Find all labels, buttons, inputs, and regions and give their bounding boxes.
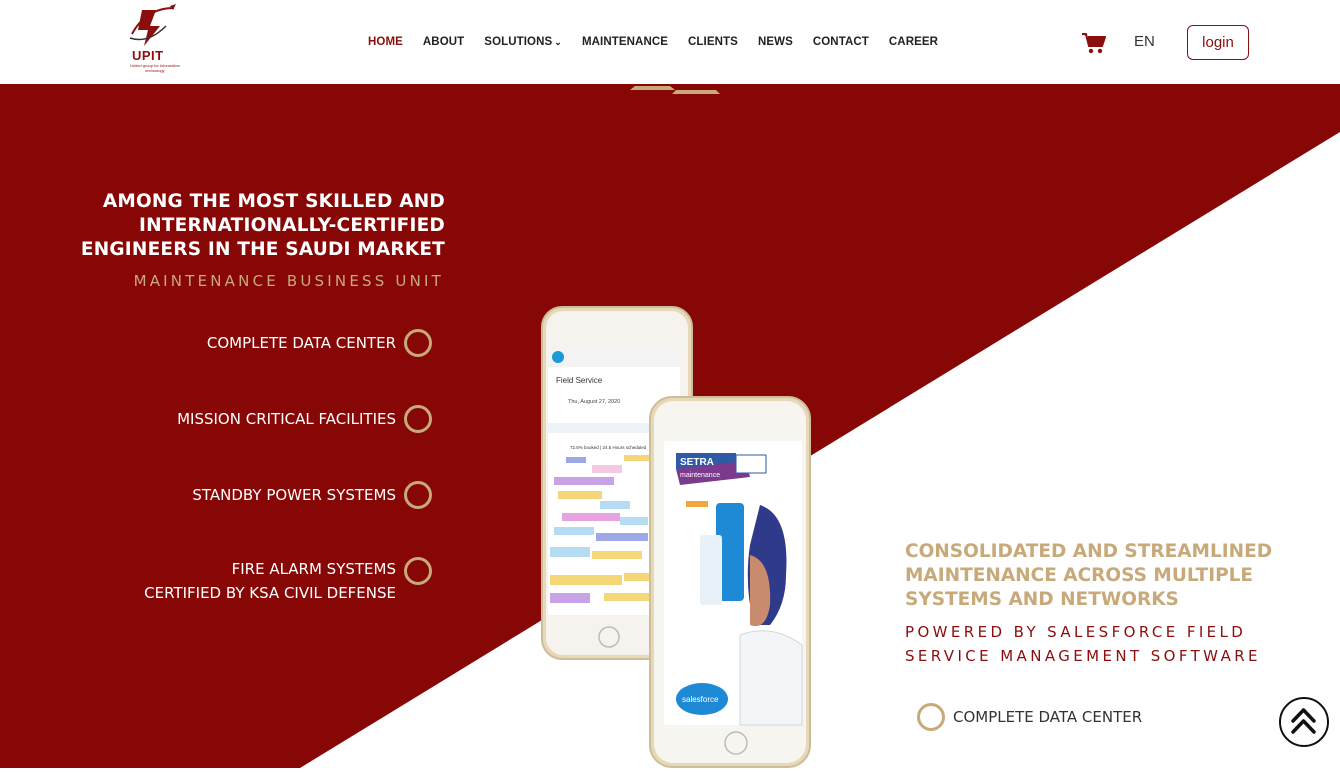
nav-career[interactable]: CAREER bbox=[889, 36, 938, 48]
app-booked: 72.5% booked | 24.5 Hours scheduled bbox=[570, 445, 647, 450]
salesforce-badge: salesforce bbox=[682, 695, 719, 704]
nav-news[interactable]: NEWS bbox=[758, 36, 793, 48]
feature-ring-icon bbox=[917, 703, 945, 731]
logo-subtext: United group for Information technology bbox=[130, 63, 180, 73]
main-nav: HOME ABOUT SOLUTIONS ⌄ MAINTENANCE CLIENT… bbox=[368, 36, 958, 48]
feature-label-secondary: CERTIFIED BY KSA CIVIL DEFENSE bbox=[144, 584, 396, 602]
shopping-cart-icon[interactable] bbox=[1082, 32, 1106, 54]
nav-about[interactable]: ABOUT bbox=[423, 36, 464, 48]
subheading-right-line: POWERED BY SALESFORCE FIELD bbox=[905, 623, 1247, 641]
subheading-right-line: SERVICE MANAGEMENT SOFTWARE bbox=[905, 647, 1261, 665]
feature-ring-icon bbox=[404, 481, 432, 509]
app-title: Field Service bbox=[556, 376, 603, 385]
hero-heading-right: CONSOLIDATED AND STREAMLINED MAINTENANCE… bbox=[905, 540, 1325, 612]
phones-illustration: Field Service Thu, August 27, 2020 72.5%… bbox=[540, 305, 820, 768]
double-chevron-up-icon bbox=[1291, 708, 1316, 734]
feature-item: FIRE ALARM SYSTEMS CERTIFIED BY KSA CIVI… bbox=[144, 557, 396, 605]
nav-clients[interactable]: CLIENTS bbox=[688, 36, 738, 48]
feature-label: FIRE ALARM SYSTEMS bbox=[231, 560, 396, 578]
feature-label: STANDBY POWER SYSTEMS bbox=[192, 486, 396, 504]
feature-label: MISSION CRITICAL FACILITIES bbox=[177, 410, 396, 428]
nav-contact[interactable]: CONTACT bbox=[813, 36, 869, 48]
app-date: Thu, August 27, 2020 bbox=[568, 399, 620, 405]
heading-right-line: MAINTENANCE ACROSS MULTIPLE bbox=[905, 565, 1254, 586]
scroll-to-top-button[interactable] bbox=[1279, 697, 1329, 747]
upit-logo[interactable]: UPIT United group for Information techno… bbox=[126, 4, 180, 74]
feature-item: STANDBY POWER SYSTEMS bbox=[192, 483, 396, 507]
logo-mark-icon bbox=[129, 4, 176, 46]
logo-text: UPIT bbox=[132, 48, 164, 63]
feature-ring-icon bbox=[404, 405, 432, 433]
nav-home[interactable]: HOME bbox=[368, 36, 403, 48]
hero-heading-left: AMONG THE MOST SKILLED AND INTERNATIONAL… bbox=[40, 190, 445, 262]
feature-ring-icon bbox=[404, 557, 432, 585]
nav-maintenance[interactable]: MAINTENANCE bbox=[582, 36, 668, 48]
site-header: UPIT United group for Information techno… bbox=[0, 0, 1340, 84]
feature-label: COMPLETE DATA CENTER bbox=[206, 334, 396, 352]
feature-item-right: COMPLETE DATA CENTER bbox=[953, 708, 1143, 726]
setra-brand: SETRA bbox=[680, 457, 714, 468]
nav-solutions[interactable]: SOLUTIONS ⌄ bbox=[484, 36, 562, 48]
heading-left-line: ENGINEERS IN THE SAUDI MARKET bbox=[80, 239, 445, 260]
hero-subheading-left: MAINTENANCE BUSINESS UNIT bbox=[133, 272, 444, 290]
feature-item: MISSION CRITICAL FACILITIES bbox=[177, 407, 396, 431]
feature-item: COMPLETE DATA CENTER bbox=[207, 331, 396, 355]
login-button[interactable]: login bbox=[1187, 25, 1249, 60]
nav-solutions-label: SOLUTIONS bbox=[484, 36, 553, 48]
chevron-down-icon: ⌄ bbox=[554, 37, 562, 47]
setra-sub: maintenance bbox=[680, 472, 720, 479]
feature-ring-icon bbox=[404, 329, 432, 357]
hero-subheading-right: POWERED BY SALESFORCE FIELD SERVICE MANA… bbox=[905, 620, 1325, 668]
heading-right-line: SYSTEMS AND NETWORKS bbox=[905, 589, 1179, 610]
language-switcher[interactable]: EN bbox=[1134, 33, 1155, 50]
heading-right-line: CONSOLIDATED AND STREAMLINED bbox=[905, 541, 1273, 562]
heading-left-line: AMONG THE MOST SKILLED AND bbox=[102, 191, 445, 212]
heading-left-line: INTERNATIONALLY-CERTIFIED bbox=[139, 215, 445, 236]
